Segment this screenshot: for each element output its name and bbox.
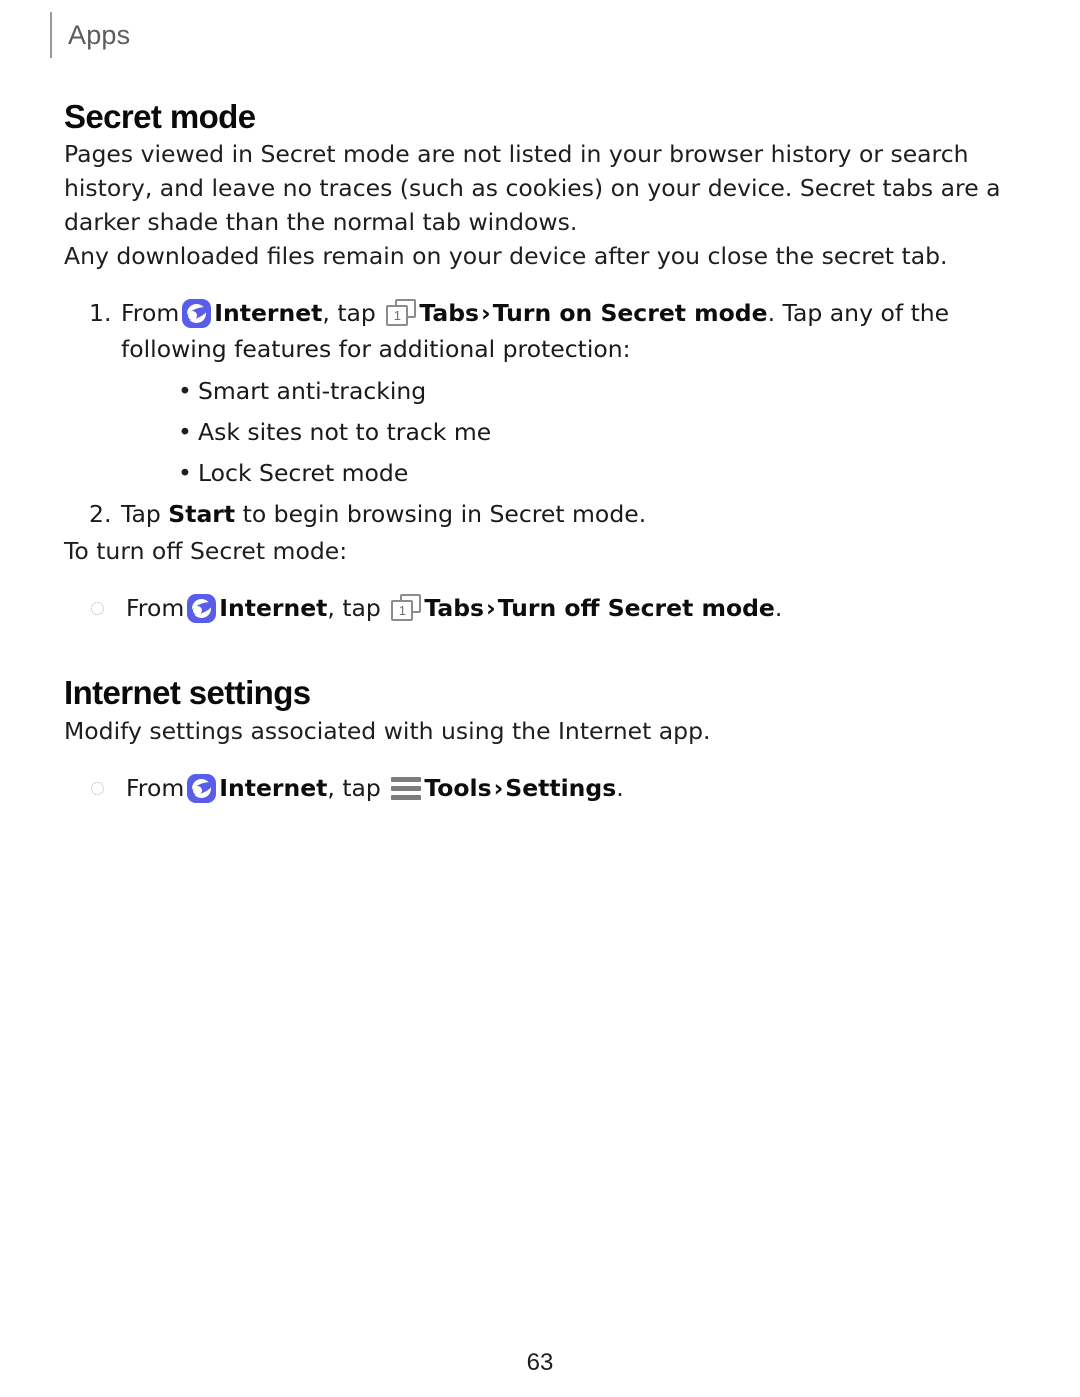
turn-off-secret-mode-step: From Internet, tap 1 Tabs›Turn off Secret …: [64, 590, 1016, 626]
step-1-mid: , tap: [322, 299, 376, 328]
settings-chevron: ›: [493, 773, 504, 802]
secret-mode-feature-bullets: Smart anti-tracking Ask sites not to tra…: [121, 371, 1016, 494]
list-item: Lock Secret mode: [121, 453, 1016, 494]
list-item: Smart anti-tracking: [121, 371, 1016, 412]
page-content: Secret mode Pages viewed in Secret mode …: [64, 96, 1016, 806]
step-1-action: Turn on Secret mode: [492, 299, 768, 328]
settings-mid: , tap: [327, 773, 381, 802]
turn-off-intro-text: To turn off Secret mode:: [64, 537, 348, 566]
secret-mode-paragraph-2: Any downloaded files remain on your devi…: [64, 242, 948, 271]
step-1-prefix: From: [121, 299, 180, 328]
secret-mode-paragraph-1: Pages viewed in Secret mode are not list…: [64, 140, 1001, 237]
secret-mode-step-list: 1. From Internet, tap 1 Tabs›Turn on Secret…: [64, 295, 1016, 532]
turn-off-chevron: ›: [486, 594, 496, 623]
step-2-emphasis: Start: [168, 500, 236, 529]
turn-off-app-name: Internet: [219, 594, 328, 623]
settings-action: Settings: [505, 773, 617, 802]
running-head-label: Apps: [68, 19, 131, 50]
step-2-tail: to begin browsing in Secret mode.: [242, 500, 647, 529]
internet-settings-step: From Internet, tap Tools›Settings.: [64, 770, 1016, 806]
turn-off-action: Turn off Secret mode: [497, 594, 775, 623]
tools-icon-bar-2: [391, 785, 422, 791]
step-number-1: 1.: [89, 299, 112, 328]
step-item-2: 2. Tap Start to begin browsing in Secret …: [64, 496, 1016, 532]
turn-off-suffix: .: [774, 594, 783, 623]
tabs-icon: 1: [386, 299, 417, 327]
running-header: Apps: [50, 12, 130, 58]
step-item-1: 1. From Internet, tap 1 Tabs›Turn on Secret…: [64, 295, 1016, 494]
tools-icon-bar-1: [391, 776, 422, 782]
turn-off-tabs-label: Tabs: [424, 594, 485, 623]
settings-app-name: Internet: [219, 773, 328, 802]
settings-suffix: .: [616, 773, 624, 802]
step-number-2: 2.: [89, 500, 112, 529]
step-1-chevron: ›: [481, 299, 491, 328]
turn-off-mid: , tap: [327, 594, 381, 623]
section-title-internet-settings: Internet settings: [64, 674, 311, 712]
tools-hamburger-icon: [391, 776, 422, 800]
header-divider-rule: [50, 12, 52, 58]
step-1-tabs-label: Tabs: [419, 299, 480, 328]
tabs-icon-front-card: 1: [386, 305, 409, 327]
tools-icon-bar-3: [391, 794, 422, 800]
internet-app-icon: [182, 299, 212, 329]
internet-app-icon: [187, 773, 217, 803]
list-item: Ask sites not to track me: [121, 412, 1016, 453]
tabs-icon-front-card: 1: [391, 600, 414, 622]
step-2-lead: Tap: [121, 500, 161, 529]
hollow-circle-bullet-icon: [91, 602, 104, 616]
internet-icon-dot: [193, 785, 203, 795]
step-1-app-name: Internet: [214, 299, 323, 328]
turn-off-prefix: From: [126, 594, 185, 623]
settings-prefix: From: [126, 773, 185, 802]
internet-app-icon: [187, 594, 217, 624]
tabs-icon: 1: [391, 594, 422, 622]
page-number: 63: [526, 1349, 554, 1376]
settings-tools-label: Tools: [424, 773, 492, 802]
hollow-circle-bullet-icon: [91, 781, 104, 795]
internet-settings-paragraph: Modify settings associated with using th…: [64, 716, 711, 745]
section-title-secret-mode: Secret mode: [64, 98, 256, 135]
